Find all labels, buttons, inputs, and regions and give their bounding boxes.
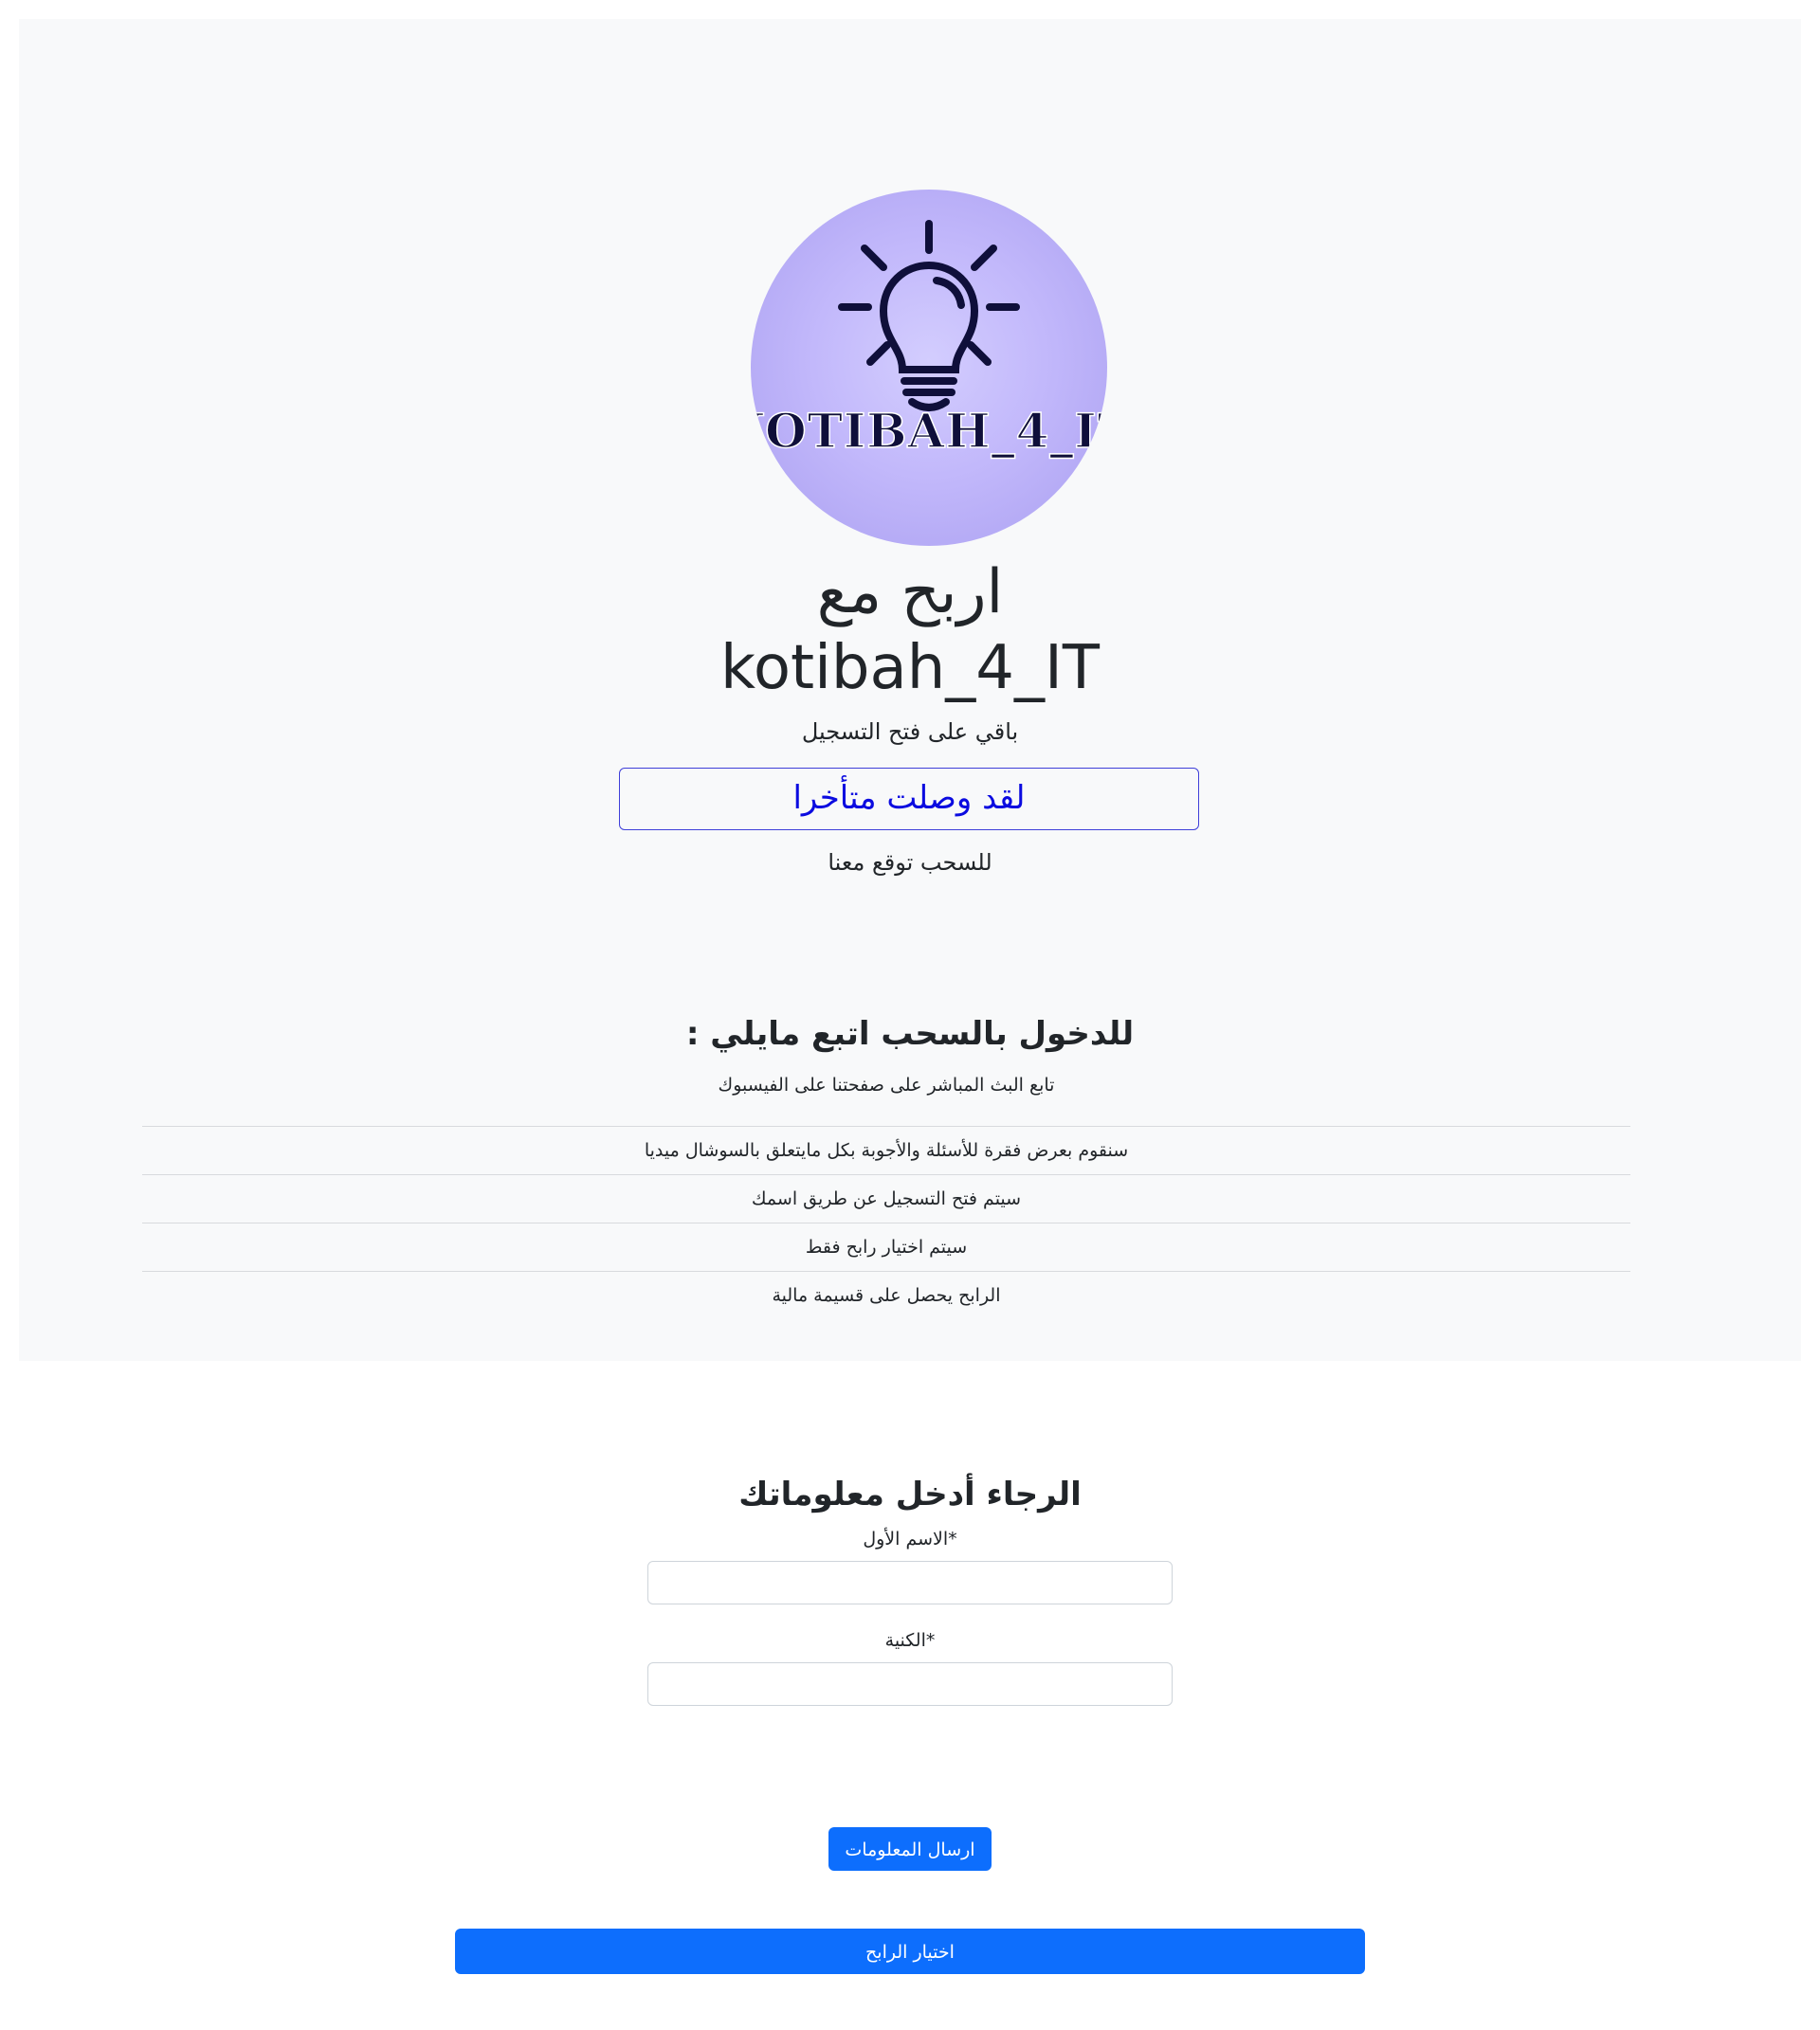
list-item: سيتم فتح التسجيل عن طريق اسمك xyxy=(142,1175,1630,1223)
last-name-label: *الكنية xyxy=(884,1630,936,1651)
first-name-field[interactable] xyxy=(647,1561,1173,1604)
steps-list: تابع البث المباشر على صفحتنا على الفيسبو… xyxy=(142,1071,1630,1320)
logo-text: KOTIBAH_4_IT xyxy=(751,403,1107,459)
first-name-label: *الاسم الأول xyxy=(863,1529,957,1550)
page: KOTIBAH_4_IT اربح مع kotibah_4_IT باقي ع… xyxy=(0,0,1820,2030)
list-item: سيتم اختيار رابح فقط xyxy=(142,1223,1630,1272)
pick-winner-button[interactable]: اختيار الرابح xyxy=(455,1929,1365,1974)
page-title-brand: kotibah_4_IT xyxy=(720,633,1100,703)
logo: KOTIBAH_4_IT xyxy=(751,190,1107,546)
withdraw-note: للسحب توقع معنا xyxy=(828,849,992,876)
registration-countdown-label: باقي على فتح التسجيل xyxy=(801,718,1019,745)
steps-heading: للدخول بالسحب اتبع مايلي : xyxy=(685,1015,1135,1053)
list-item: الرابح يحصل على قسيمة مالية xyxy=(772,1285,1001,1306)
hero-section: KOTIBAH_4_IT اربح مع kotibah_4_IT باقي ع… xyxy=(19,19,1801,1361)
form-heading: الرجاء أدخل معلوماتك xyxy=(738,1476,1082,1513)
page-title-arabic: اربح مع xyxy=(816,557,1004,627)
submit-info-button[interactable]: ارسال المعلومات xyxy=(828,1827,992,1871)
last-name-field[interactable] xyxy=(647,1662,1173,1706)
late-notice-badge: لقد وصلت متأخرا xyxy=(619,768,1199,830)
list-item: تابع البث المباشر على صفحتنا على الفيسبو… xyxy=(142,1071,1630,1127)
list-item: سنقوم بعرض فقرة للأسئلة والأجوبة بكل ماي… xyxy=(142,1127,1630,1175)
lightbulb-icon: KOTIBAH_4_IT xyxy=(751,220,1107,460)
